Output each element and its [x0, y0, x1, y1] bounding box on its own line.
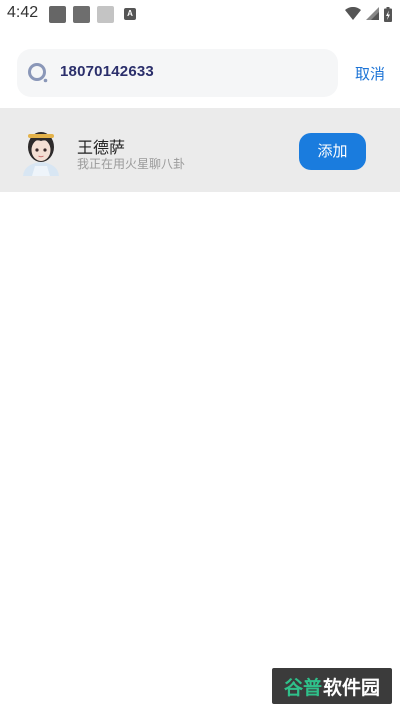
user-signature: 我正在用火星聊八卦 — [77, 157, 186, 171]
avatar — [23, 132, 59, 176]
search-result-row[interactable]: 王德萨 我正在用火星聊八卦 添加 — [0, 108, 400, 192]
notification-icon — [49, 6, 66, 23]
notification-icon — [97, 6, 114, 23]
status-bar: 4:42 A — [0, 0, 400, 28]
search-input[interactable]: 18070142633 — [60, 63, 154, 80]
notification-a-icon: A — [124, 8, 136, 20]
notification-icon — [73, 6, 90, 23]
wifi-icon — [345, 7, 361, 20]
status-time: 4:42 — [7, 4, 39, 21]
screen: 4:42 A 18070142633 取消 王德萨 我正在用火星聊八卦 添加 谷… — [0, 0, 400, 711]
system-icons — [345, 5, 392, 23]
watermark-part2: 软件园 — [323, 676, 381, 699]
add-button[interactable]: 添加 — [299, 133, 366, 170]
cancel-button[interactable]: 取消 — [355, 63, 385, 84]
search-icon — [28, 63, 48, 83]
signal-icon — [366, 7, 379, 20]
watermark-part1: 谷普 — [283, 676, 322, 699]
battery-icon — [384, 6, 392, 22]
search-box[interactable]: 18070142633 — [17, 49, 338, 97]
watermark-logo: 谷普 软件园 — [272, 668, 392, 704]
